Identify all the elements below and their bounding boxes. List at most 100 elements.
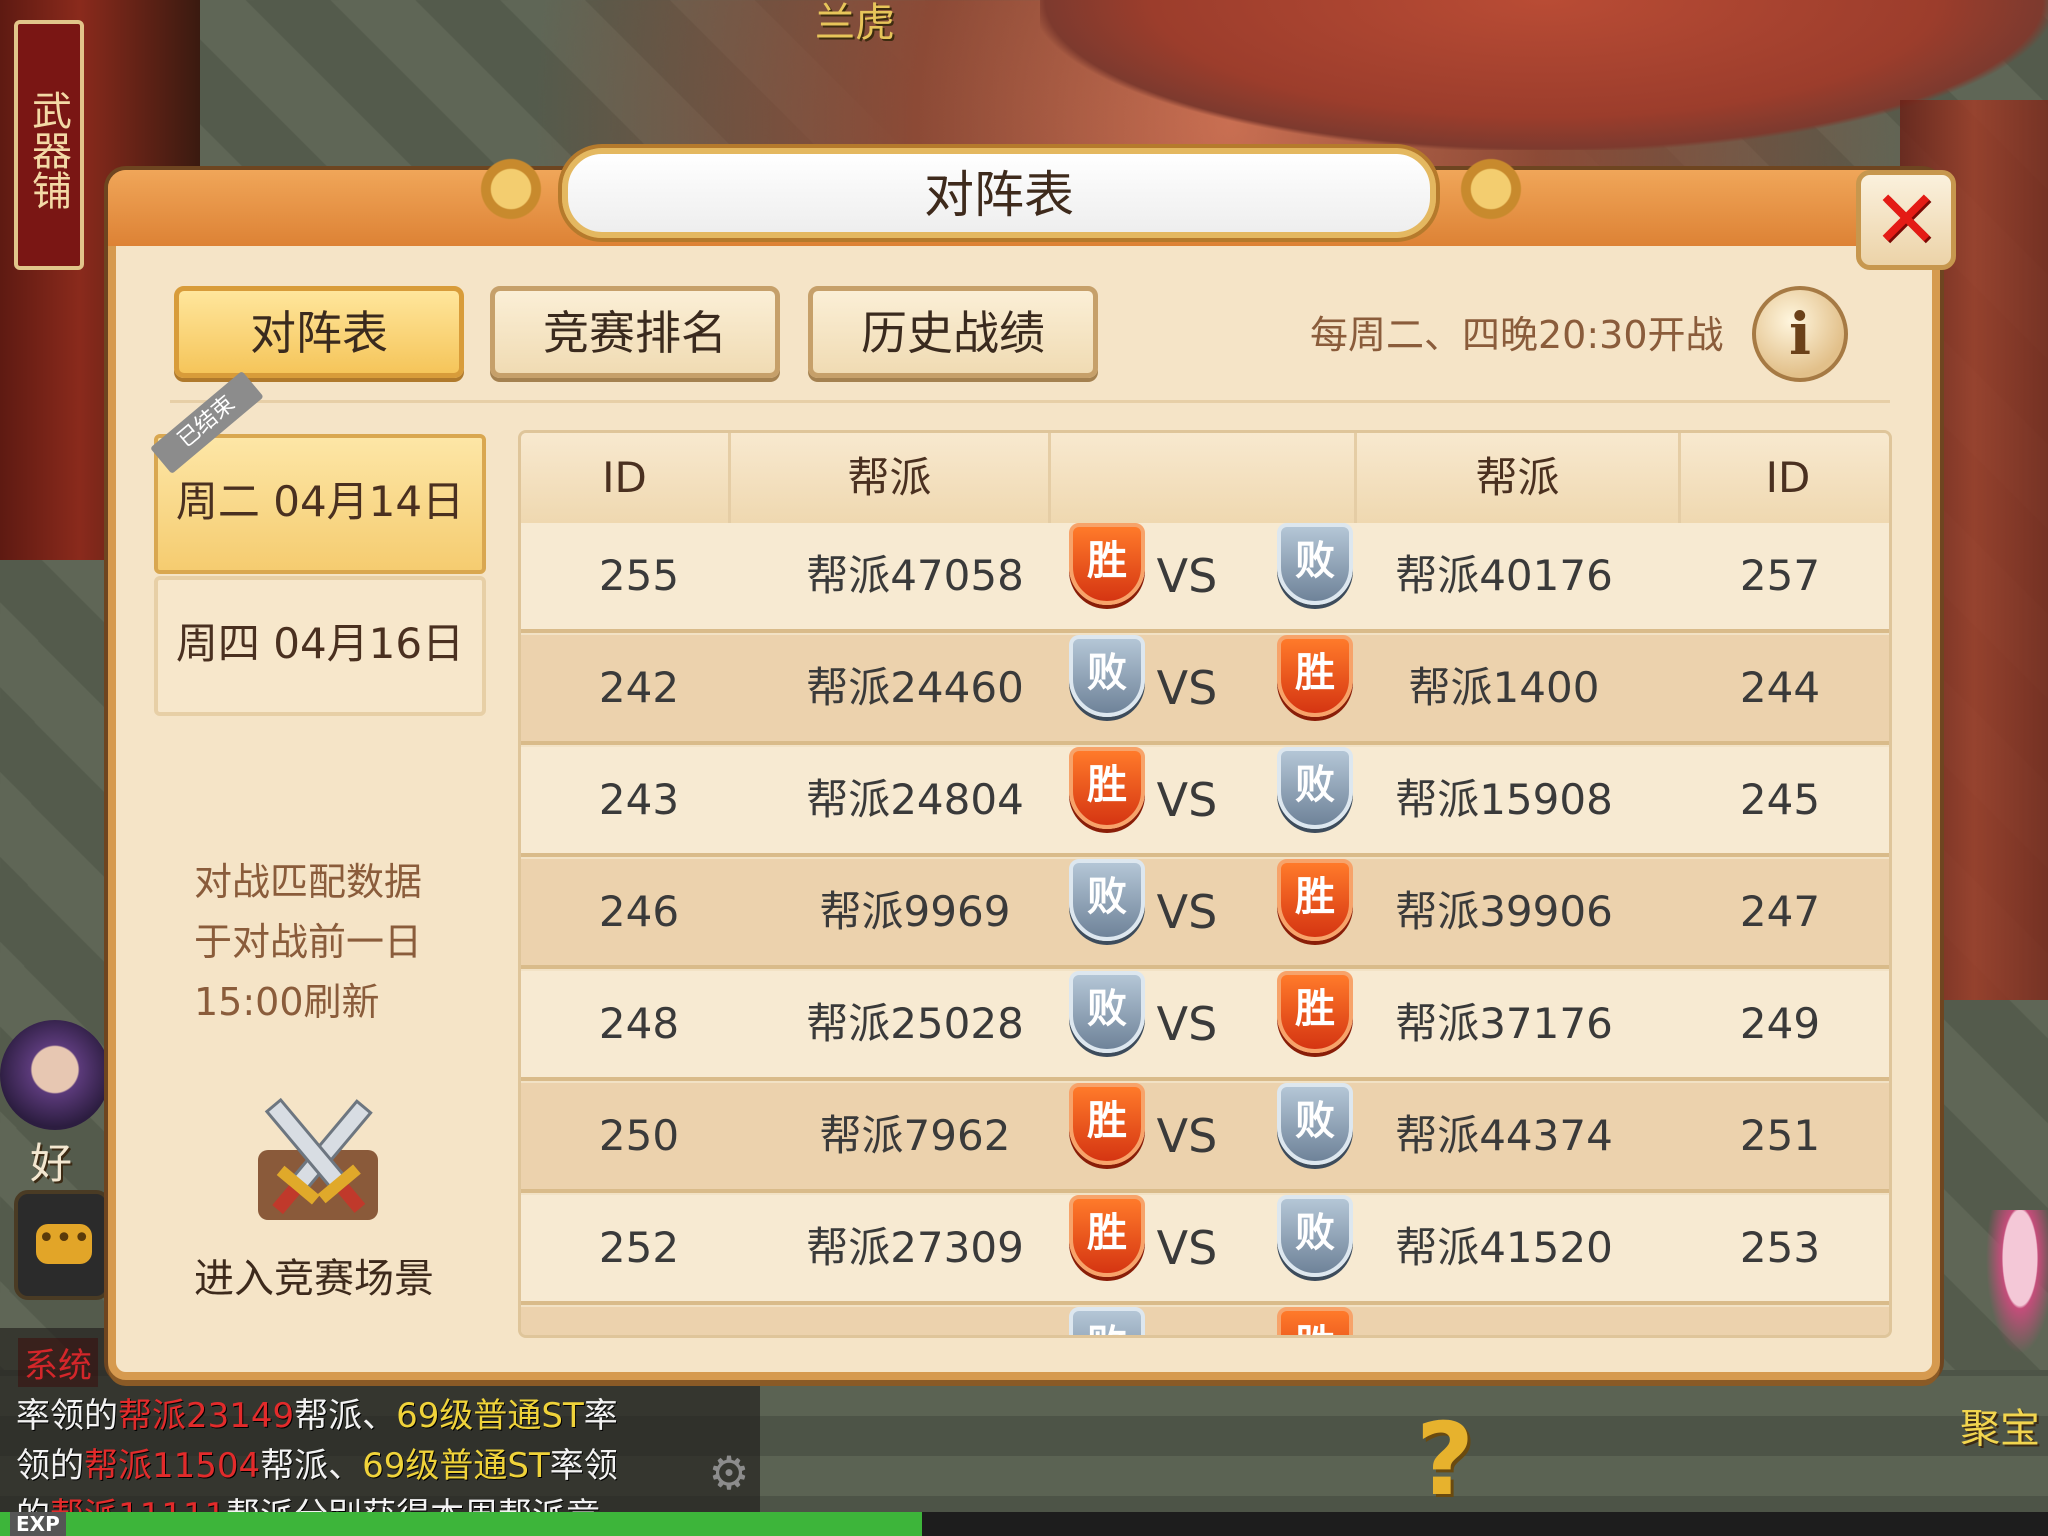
vs-label: VS	[1137, 1307, 1237, 1335]
vs-label: VS	[1156, 773, 1218, 827]
table-row: VS败 胜	[521, 1307, 1889, 1335]
vs-label: VS	[1156, 1109, 1218, 1163]
table-row: 252 帮派27309 VS 帮派41520 253 胜 败	[521, 1195, 1889, 1305]
guild-name-right: 帮派15908	[1395, 775, 1613, 824]
header-guild-left: 帮派	[731, 433, 1051, 523]
table-row: 248 帮派25028 VS 帮派37176 249 败 胜	[521, 971, 1889, 1081]
scene-carpet	[1040, 0, 2048, 150]
guild-name-left: 帮派7962	[819, 1111, 1011, 1160]
guild-name-left: 帮派27309	[806, 1223, 1024, 1272]
table-row: 242 帮派24460 VS 帮派1400 244 败 胜	[521, 635, 1889, 745]
title-scroll-ornament	[456, 154, 566, 224]
gear-icon[interactable]: ⚙	[706, 1450, 752, 1496]
win-badge: 胜	[1069, 523, 1145, 605]
lose-badge: 败	[1277, 523, 1353, 605]
guild-id-left: 252	[598, 1223, 680, 1272]
win-badge: 胜	[1069, 1083, 1145, 1165]
title-scroll-ornament	[1436, 154, 1546, 224]
vs-label: VS	[1156, 885, 1218, 939]
guild-id-right: 247	[1739, 887, 1821, 936]
date-item-tuesday[interactable]: 周二 04月14日	[154, 434, 486, 574]
chat-bubble-icon: •••	[36, 1224, 92, 1264]
npc-figure[interactable]	[1980, 1210, 2048, 1370]
guild-id-right: 249	[1739, 999, 1821, 1048]
match-table: ID 帮派 帮派 ID 255 帮派47058 VS 帮派40176 257 胜败 242 帮…	[518, 430, 1892, 1338]
guild-id-left: 243	[598, 775, 680, 824]
win-badge: 胜	[1277, 1307, 1353, 1335]
table-row: 243 帮派24804 VS 帮派15908 245 胜 败	[521, 747, 1889, 857]
guild-name-right	[1341, 1307, 1667, 1335]
lose-badge: 败	[1277, 747, 1353, 829]
date-item-thursday[interactable]: 周四 04月16日	[154, 576, 486, 716]
table-row: 250 帮派7962 VS 帮派44374 251 胜 败	[521, 1083, 1889, 1193]
win-badge: 胜	[1277, 971, 1353, 1053]
enter-arena-label[interactable]: 进入竞赛场景	[194, 1246, 434, 1304]
chat-line: 领的帮派11504帮派、69级普通ST率领	[16, 1446, 618, 1486]
schedule-text: 每周二、四晚20:30开战	[1310, 313, 1724, 357]
guild-id-right	[1667, 1307, 1889, 1335]
guild-name-left: 帮派24804	[806, 775, 1024, 824]
exp-bar-fill	[0, 1512, 922, 1536]
guild-name-right: 帮派37176	[1395, 999, 1613, 1048]
table-row: 246 帮派9969 VS 帮派39906 247 败 胜	[521, 859, 1889, 969]
guild-id-left: 246	[598, 887, 680, 936]
guild-id-left: 250	[598, 1111, 680, 1160]
crossed-swords-icon[interactable]	[238, 1090, 398, 1230]
header-id-left: ID	[521, 433, 731, 523]
lose-badge: 败	[1069, 635, 1145, 717]
guild-name-left: 帮派47058	[806, 551, 1024, 600]
header-id-right: ID	[1765, 453, 1811, 502]
lose-badge: 败	[1277, 1083, 1353, 1165]
table-row: 255 帮派47058 VS 帮派40176 257 胜 败	[521, 523, 1889, 633]
lose-badge: 败	[1069, 971, 1145, 1053]
win-badge: 胜	[1069, 747, 1145, 829]
guild-name-left: 帮派9969	[819, 887, 1011, 936]
guild-id-right: 244	[1739, 663, 1821, 712]
info-icon: i	[1788, 300, 1812, 368]
lose-badge: 败	[1069, 1307, 1145, 1335]
chat-button[interactable]: •••	[14, 1190, 110, 1300]
chat-line: 率领的帮派23149帮派、69级普通ST率	[16, 1396, 618, 1436]
header-result	[1051, 433, 1357, 523]
guild-name-right: 帮派40176	[1395, 551, 1613, 600]
refresh-note: 对战匹配数据 于对战前一日 15:00刷新	[194, 860, 423, 1024]
guild-name-right: 帮派41520	[1395, 1223, 1613, 1272]
exp-bar: EXP	[0, 1512, 2048, 1536]
tab-match-table[interactable]: 对阵表	[174, 286, 464, 378]
guild-id-right: 245	[1739, 775, 1821, 824]
tab-ranking[interactable]: 竞赛排名	[490, 286, 780, 378]
guild-id-left	[521, 1307, 757, 1335]
chat-channel-tag: 系统	[18, 1338, 98, 1387]
exp-label: EXP	[10, 1512, 66, 1536]
tab-history[interactable]: 历史战绩	[808, 286, 1098, 378]
lose-badge: 败	[1069, 859, 1145, 941]
guild-id-left: 242	[598, 663, 680, 712]
treasure-npc-label[interactable]: 聚宝	[1960, 1396, 2040, 1454]
guild-id-left: 255	[598, 551, 680, 600]
vs-label: VS	[1156, 661, 1218, 715]
guild-id-right: 257	[1739, 551, 1821, 600]
dialog-title: 对阵表	[924, 166, 1074, 224]
lose-badge: 败	[1277, 1195, 1353, 1277]
win-badge: 胜	[1069, 1195, 1145, 1277]
guild-name-right: 帮派44374	[1395, 1111, 1613, 1160]
question-icon[interactable]: ?	[1400, 1410, 1490, 1510]
friend-button[interactable]: 好友	[0, 1020, 110, 1249]
close-icon: ✕	[1872, 173, 1940, 266]
win-badge: 胜	[1277, 859, 1353, 941]
guild-name-right: 帮派1400	[1408, 663, 1600, 712]
close-button[interactable]: ✕	[1856, 170, 1956, 270]
guild-id-right: 253	[1739, 1223, 1821, 1272]
vs-label: VS	[1156, 1221, 1218, 1275]
table-header: ID 帮派 帮派 ID	[521, 433, 1889, 527]
header-guild-right: 帮派	[1357, 433, 1681, 523]
guild-name-left: 帮派24460	[806, 663, 1024, 712]
shop-banner: 武器铺	[14, 20, 84, 270]
guild-name-left: 帮派25028	[806, 999, 1024, 1048]
friend-avatar-icon	[0, 1020, 110, 1130]
guild-name-left	[757, 1307, 1073, 1335]
guild-id-right: 251	[1739, 1111, 1821, 1160]
vs-label: VS	[1156, 997, 1218, 1051]
win-badge: 胜	[1277, 635, 1353, 717]
info-button[interactable]: i	[1752, 286, 1848, 382]
